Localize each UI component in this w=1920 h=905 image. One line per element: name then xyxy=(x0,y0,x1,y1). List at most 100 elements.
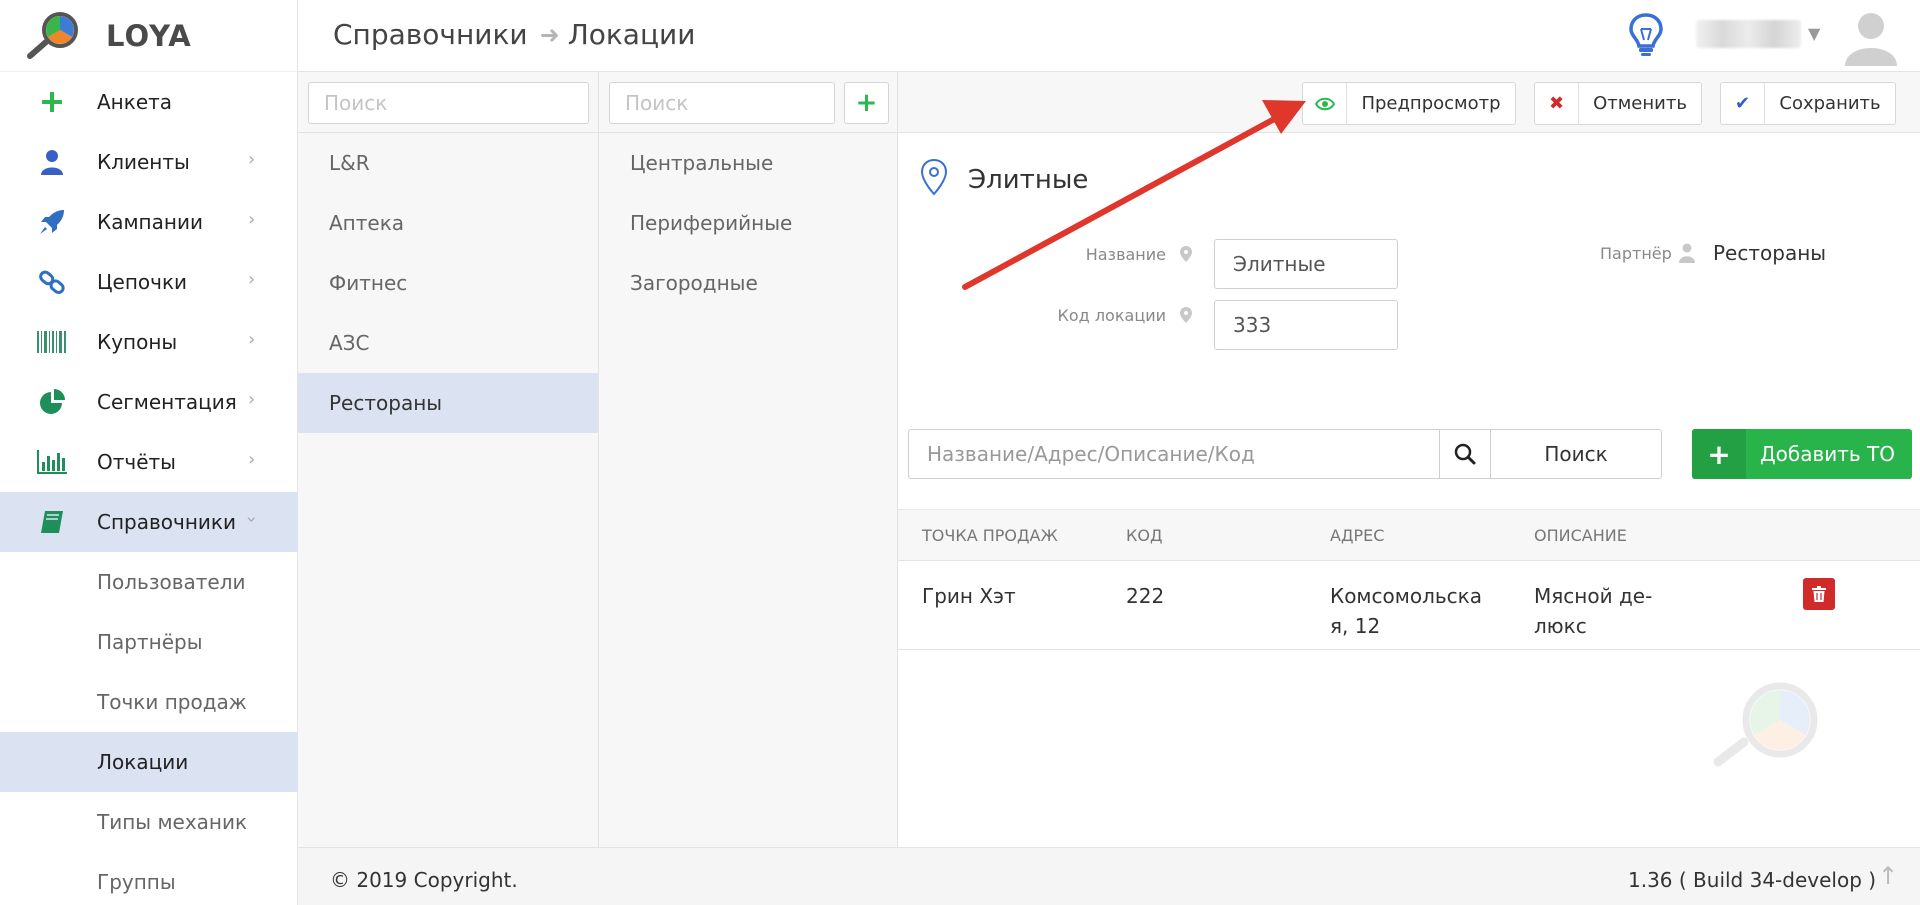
location-name-field[interactable]: Элитные xyxy=(1214,239,1398,289)
plus-icon: + xyxy=(1692,429,1746,479)
sidebar-subitem-label: Пользователи xyxy=(97,570,246,594)
top-header: Справочники ➜ Локации ▼ xyxy=(298,0,1920,72)
sidebar-subitem-groups[interactable]: Группы xyxy=(0,852,298,905)
cell-address: Комсомольска я, 12 xyxy=(1330,581,1482,641)
partner-item-label: Фитнес xyxy=(329,271,408,295)
sidebar-subitem-label: Типы механик xyxy=(97,810,248,834)
plus-icon: + xyxy=(855,88,878,118)
logo[interactable]: LOYA xyxy=(0,0,297,72)
sidebar-item-label: Купоны xyxy=(97,330,178,354)
sidebar-subitem-points-of-sale[interactable]: Точки продаж xyxy=(0,672,298,732)
lightbulb-icon[interactable] xyxy=(1626,12,1666,58)
cell-address-line1: Комсомольска xyxy=(1330,584,1482,608)
user-icon xyxy=(36,149,68,175)
location-detail-panel: Предпросмотр ✖ Отменить ✔ Сохранить Элит… xyxy=(898,72,1920,847)
partners-column: L&R Аптека Фитнес АЗС Рестораны xyxy=(298,72,599,847)
plus-icon xyxy=(36,89,68,115)
sidebar: LOYA Анкета Клиенты › Кампании › Цепочки… xyxy=(0,0,298,905)
partner-item-fitness[interactable]: Фитнес xyxy=(298,253,598,313)
pie-chart-icon xyxy=(36,389,68,415)
book-icon xyxy=(36,509,68,535)
partner-item-lr[interactable]: L&R xyxy=(298,133,598,193)
add-point-of-sale-button[interactable]: + Добавить ТО xyxy=(1692,429,1912,479)
sidebar-item-coupons[interactable]: Купоны › xyxy=(0,312,298,372)
sidebar-item-reports[interactable]: Отчёты › xyxy=(0,432,298,492)
partners-column-toolbar xyxy=(298,72,598,133)
partner-item-label: АЗС xyxy=(329,331,370,355)
avatar[interactable] xyxy=(1843,8,1899,66)
column-header-code: КОД xyxy=(1126,526,1163,545)
partner-item-restaurants[interactable]: Рестораны xyxy=(298,373,598,433)
name-label: Название xyxy=(1085,245,1166,264)
location-code-label: Код локации xyxy=(1057,306,1166,325)
sidebar-subitem-locations[interactable]: Локации xyxy=(0,732,298,792)
delete-button[interactable] xyxy=(1803,578,1835,610)
add-location-button[interactable]: + xyxy=(844,82,889,124)
location-item-suburban[interactable]: Загородные xyxy=(599,253,897,313)
map-pin-icon xyxy=(1180,307,1192,323)
sidebar-item-label: Справочники xyxy=(97,510,236,534)
column-header-address: АДРЕС xyxy=(1330,526,1385,545)
cell-description: Мясной де- люкс xyxy=(1534,581,1652,641)
arrow-up-icon[interactable]: ↑ xyxy=(1878,862,1898,890)
chevron-right-icon: › xyxy=(248,209,256,230)
location-code-field[interactable]: 333 xyxy=(1214,300,1398,350)
sidebar-subitem-label: Точки продаж xyxy=(97,690,247,714)
sidebar-item-chains[interactable]: Цепочки › xyxy=(0,252,298,312)
breadcrumb-current: Локации xyxy=(567,18,696,51)
sidebar-subitem-users[interactable]: Пользователи xyxy=(0,552,298,612)
loya-logo-icon xyxy=(27,11,78,59)
partner-item-pharmacy[interactable]: Аптека xyxy=(298,193,598,253)
groups-search-input[interactable] xyxy=(609,82,835,124)
sidebar-subitem-partners[interactable]: Партнёры xyxy=(0,612,298,672)
location-item-central[interactable]: Центральные xyxy=(599,133,897,193)
search-button[interactable]: Поиск xyxy=(1490,429,1662,479)
user-name-blurred[interactable] xyxy=(1696,20,1801,48)
table-row[interactable]: Грин Хэт 222 Комсомольска я, 12 Мясной д… xyxy=(898,561,1920,650)
sidebar-subitem-mechanic-types[interactable]: Типы механик xyxy=(0,792,298,852)
point-of-sale-search-input[interactable]: Название/Адрес/Описание/Код xyxy=(908,429,1440,479)
cancel-button[interactable]: ✖ Отменить xyxy=(1534,82,1702,125)
partners-search-input[interactable] xyxy=(308,82,589,124)
breadcrumb: Справочники ➜ Локации xyxy=(333,18,695,51)
rocket-icon xyxy=(36,209,68,235)
location-item-peripheral[interactable]: Периферийные xyxy=(599,193,897,253)
eye-icon xyxy=(1303,83,1347,124)
sidebar-item-clients[interactable]: Клиенты › xyxy=(0,132,298,192)
close-icon: ✖ xyxy=(1535,83,1579,124)
caret-down-icon[interactable]: ▼ xyxy=(1808,24,1820,43)
cancel-button-label: Отменить xyxy=(1593,93,1687,114)
chevron-down-icon: › xyxy=(241,515,263,524)
preview-button-label: Предпросмотр xyxy=(1361,93,1501,114)
footer: © 2019 Copyright. 1.36 ( Build 34-develo… xyxy=(298,847,1920,905)
partner-item-label: Аптека xyxy=(329,211,405,235)
location-groups-column: + Центральные Периферийные Загородные xyxy=(599,72,898,847)
search-icon[interactable] xyxy=(1439,429,1491,479)
sidebar-subitem-label: Локации xyxy=(97,750,189,774)
partner-item-gas-station[interactable]: АЗС xyxy=(298,313,598,373)
cell-description-line1: Мясной де- xyxy=(1534,584,1653,608)
sidebar-item-campaigns[interactable]: Кампании › xyxy=(0,192,298,252)
table-header: ТОЧКА ПРОДАЖ КОД АДРЕС ОПИСАНИЕ xyxy=(898,509,1920,561)
watermark-logo-icon xyxy=(1713,682,1818,767)
sidebar-item-label: Анкета xyxy=(97,90,173,114)
sidebar-item-anketa[interactable]: Анкета xyxy=(0,72,298,132)
user-icon xyxy=(1679,243,1695,263)
partner-item-label: Рестораны xyxy=(329,391,443,415)
version-text: 1.36 ( Build 34-develop ) xyxy=(1628,868,1877,892)
trash-icon xyxy=(1812,586,1826,602)
detail-toolbar: Предпросмотр ✖ Отменить ✔ Сохранить xyxy=(898,72,1920,133)
sidebar-item-directories[interactable]: Справочники › xyxy=(0,492,298,552)
save-button-label: Сохранить xyxy=(1779,93,1881,114)
sidebar-item-label: Цепочки xyxy=(97,270,188,294)
sidebar-item-label: Сегментация xyxy=(97,390,237,414)
sidebar-item-label: Клиенты xyxy=(97,150,190,174)
preview-button[interactable]: Предпросмотр xyxy=(1302,82,1516,125)
sidebar-item-segmentation[interactable]: Сегментация › xyxy=(0,372,298,432)
groups-column-toolbar: + xyxy=(599,72,897,133)
breadcrumb-parent[interactable]: Справочники xyxy=(333,18,528,51)
save-button[interactable]: ✔ Сохранить xyxy=(1720,82,1896,125)
chevron-right-icon: › xyxy=(248,389,256,410)
cell-address-line2: я, 12 xyxy=(1330,614,1381,638)
chevron-right-icon: › xyxy=(248,149,256,170)
